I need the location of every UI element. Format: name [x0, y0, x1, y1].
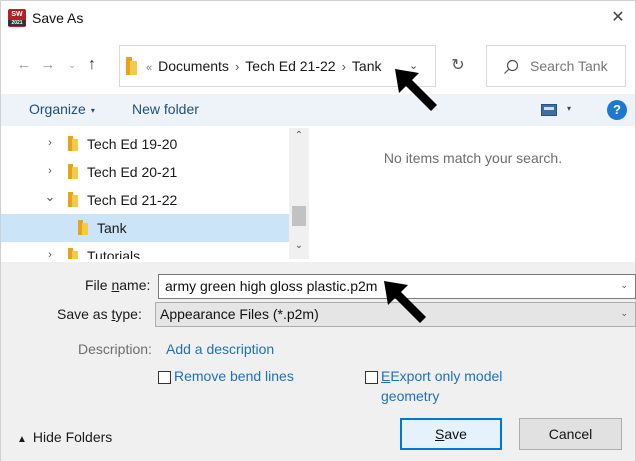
- folder-icon: [78, 220, 89, 235]
- arrow-left-icon: ←: [16, 56, 32, 73]
- navigation-bar: ← → ⌄ ↑ «Documents › Tech Ed 21-22 › Tank ⌄ …: [1, 41, 635, 89]
- search-icon: [504, 59, 519, 74]
- save-as-type-value: Appearance Files (*.p2m): [160, 306, 319, 322]
- refresh-icon: ↻: [451, 57, 465, 74]
- folder-icon: [126, 57, 138, 75]
- view-options-icon[interactable]: [541, 104, 557, 116]
- tree-item-tank[interactable]: Tank: [1, 214, 289, 242]
- breadcrumb-overflow-icon[interactable]: «: [146, 62, 152, 74]
- save-button-label: ave: [444, 426, 467, 442]
- tree-item-tech-ed-19-20[interactable]: › Tech Ed 19-20: [1, 130, 289, 158]
- export-geometry-label[interactable]: EExport only model: [381, 366, 502, 386]
- chevron-down-icon: ⌄: [68, 60, 76, 70]
- chevron-right-icon[interactable]: ›: [43, 137, 57, 149]
- export-geometry-accesskey: E: [381, 368, 391, 384]
- hide-folders-button[interactable]: ▲ Hide Folders: [17, 429, 112, 445]
- export-geometry-label-line1: Export only model: [390, 368, 503, 384]
- save-options-panel: File name: army green high gloss plastic…: [1, 262, 636, 461]
- caret-up-icon: ▲: [17, 434, 27, 445]
- annotation-arrow-icon: [395, 69, 437, 111]
- file-list[interactable]: No items match your search.: [311, 128, 635, 259]
- hide-folders-label: Hide Folders: [32, 429, 113, 445]
- breadcrumb-item-tech-ed-21-22[interactable]: Tech Ed 21-22: [245, 58, 335, 74]
- export-geometry-label-line2[interactable]: geometry: [381, 386, 439, 406]
- app-icon-year: 2021: [8, 20, 26, 26]
- save-as-dialog: SW 2021 Save As ✕ ← → ⌄ ↑ « Documents › Tec…: [0, 0, 636, 461]
- folder-tree: › Tech Ed 19-20 › Tech Ed 20-21 ⌄ Tech E…: [1, 128, 311, 259]
- scroll-down-icon[interactable]: ⌄: [289, 240, 309, 251]
- save-button[interactable]: Save: [400, 418, 502, 450]
- dropdown-arrow-icon: ▾: [90, 105, 95, 115]
- arrow-up-icon: ↑: [88, 56, 96, 73]
- chevron-right-icon[interactable]: ›: [43, 249, 57, 259]
- close-icon[interactable]: ✕: [607, 7, 629, 29]
- tree-item-label: Tech Ed 20-21: [87, 164, 178, 180]
- solidworks-app-icon: SW 2021: [8, 9, 26, 27]
- refresh-button[interactable]: ↻: [438, 45, 478, 87]
- remove-bend-lines-checkbox[interactable]: [158, 371, 171, 384]
- back-button[interactable]: ←: [15, 55, 33, 75]
- title-bar: SW 2021 Save As ✕: [1, 1, 635, 35]
- view-options-dropdown-icon[interactable]: ▾: [567, 104, 571, 113]
- scrollbar-thumb[interactable]: [292, 206, 306, 226]
- tree-item-tutorials[interactable]: › Tutorials: [1, 242, 289, 259]
- file-name-label: File name:: [85, 277, 150, 293]
- export-only-model-geometry-checkbox[interactable]: [365, 371, 378, 384]
- empty-list-message: No items match your search.: [383, 150, 563, 166]
- chevron-down-icon[interactable]: ⌄: [620, 280, 628, 291]
- organize-label: Organize: [29, 101, 86, 117]
- tree-item-label: Tech Ed 21-22: [87, 192, 178, 208]
- address-bar[interactable]: «Documents › Tech Ed 21-22 › Tank ⌄: [119, 45, 436, 87]
- breadcrumb-item-documents[interactable]: Documents: [158, 58, 229, 74]
- breadcrumb: « Documents › Tech Ed 21-22 › Tank: [146, 58, 382, 74]
- window-title: Save As: [32, 10, 84, 26]
- save-type-label-post: ype:: [115, 306, 142, 322]
- app-icon-letters: SW: [11, 11, 23, 18]
- save-as-type-label: Save as type:: [57, 306, 142, 322]
- file-name-value[interactable]: army green high gloss plastic.p2m: [165, 278, 377, 294]
- arrow-right-icon: →: [40, 56, 56, 73]
- breadcrumb-separator-icon[interactable]: ›: [235, 59, 239, 74]
- save-button-accesskey: S: [435, 426, 445, 442]
- new-folder-button[interactable]: New folder: [132, 101, 199, 117]
- folder-icon: [68, 136, 79, 151]
- organize-button[interactable]: Organize ▾: [29, 101, 95, 117]
- file-name-label-post: ame:: [119, 277, 151, 293]
- scroll-up-icon[interactable]: ⌃: [289, 130, 309, 141]
- annotation-arrow-icon: [384, 281, 426, 323]
- up-button[interactable]: ↑: [83, 55, 101, 75]
- breadcrumb-separator-icon[interactable]: ›: [342, 59, 346, 74]
- folder-icon: [68, 164, 79, 179]
- folder-icon: [68, 248, 79, 259]
- cancel-button[interactable]: Cancel: [519, 418, 622, 450]
- folder-icon: [68, 192, 79, 207]
- breadcrumb-item-tank[interactable]: Tank: [352, 58, 382, 74]
- tree-item-tech-ed-21-22[interactable]: ⌄ Tech Ed 21-22: [1, 186, 289, 214]
- tree-item-label: Tank: [97, 220, 127, 236]
- remove-bend-lines-label[interactable]: Remove bend lines: [174, 366, 294, 386]
- help-icon[interactable]: ?: [607, 100, 627, 120]
- tree-item-label: Tutorials: [87, 248, 141, 259]
- add-description-link[interactable]: Add a description: [166, 341, 274, 357]
- chevron-down-icon[interactable]: ⌄: [620, 308, 628, 319]
- search-box[interactable]: Search Tank: [486, 45, 626, 87]
- command-toolbar: Organize ▾ New folder ▾ ?: [1, 94, 635, 126]
- forward-button[interactable]: →: [39, 55, 57, 75]
- tree-scrollbar[interactable]: ⌃ ⌄: [289, 128, 309, 259]
- file-name-label-pre: File: [85, 277, 112, 293]
- chevron-down-icon[interactable]: ⌄: [43, 189, 57, 205]
- description-label: Description:: [78, 341, 152, 357]
- save-type-label-pre: Save as: [57, 306, 112, 322]
- tree-item-label: Tech Ed 19-20: [87, 136, 178, 152]
- tree-item-tech-ed-20-21[interactable]: › Tech Ed 20-21: [1, 158, 289, 186]
- chevron-right-icon[interactable]: ›: [43, 165, 57, 177]
- recent-locations-button[interactable]: ⌄: [63, 55, 81, 75]
- search-input[interactable]: Search Tank: [530, 58, 608, 74]
